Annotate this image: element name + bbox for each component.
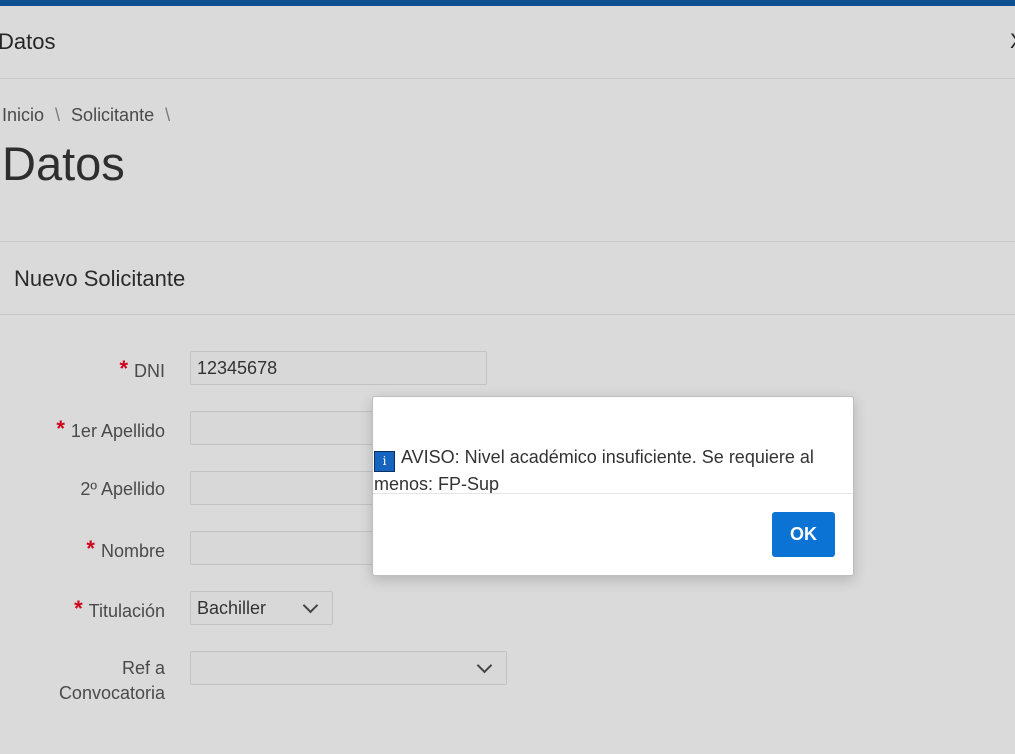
required-marker: * [119,356,128,381]
apellido2-label-text: 2º Apellido [80,479,165,499]
ok-button[interactable]: OK [772,512,835,557]
header-divider [0,78,1015,79]
alert-message-text: AVISO: Nivel académico insuficiente. Se … [374,447,814,494]
breadcrumb-item-solicitante[interactable]: Solicitante [71,105,154,126]
required-marker: * [56,416,65,441]
alert-message: i AVISO: Nivel académico insuficiente. Se… [374,445,834,496]
page-title: Datos [2,137,125,190]
required-marker: * [74,596,83,621]
convocatoria-label-line2: Convocatoria [58,683,165,703]
info-icon: i [374,451,395,472]
region-top-divider [0,241,1015,242]
breadcrumb-separator: \ [55,105,61,125]
apellido1-label: * 1er Apellido [56,416,165,444]
close-icon[interactable]: X [1010,30,1015,54]
convocatoria-select[interactable] [190,651,507,685]
chevron-down-icon [302,597,319,613]
convocatoria-label-line1: Ref a [121,658,165,678]
nombre-label: * Nombre [86,536,165,564]
dialog-title: Datos [0,29,56,54]
chevron-down-icon [476,657,493,673]
dni-input[interactable] [190,351,487,385]
breadcrumb-separator: \ [165,105,171,125]
titulacion-select[interactable]: Bachiller [190,591,333,625]
titulacion-select-value: Bachiller [197,597,267,618]
apellido1-label-text: 1er Apellido [70,421,165,441]
nombre-label-text: Nombre [100,541,165,561]
dni-label-text: DNI [134,361,165,381]
alert-divider [373,493,853,494]
alert-dialog: i AVISO: Nivel académico insuficiente. Se… [372,396,854,576]
convocatoria-label: Ref a Convocatoria [59,656,165,706]
dni-label: * DNI [119,356,165,384]
region-title: Nuevo Solicitante [14,266,186,291]
apellido2-label: 2º Apellido [80,477,165,502]
required-marker: * [86,536,95,561]
breadcrumb: Inicio \ Solicitante \ [2,105,170,126]
region-header-divider [0,314,1015,315]
top-accent-bar [0,0,1015,6]
titulacion-label-text: Titulación [88,601,165,621]
breadcrumb-item-inicio[interactable]: Inicio [2,105,44,126]
titulacion-label: * Titulación [74,596,165,624]
